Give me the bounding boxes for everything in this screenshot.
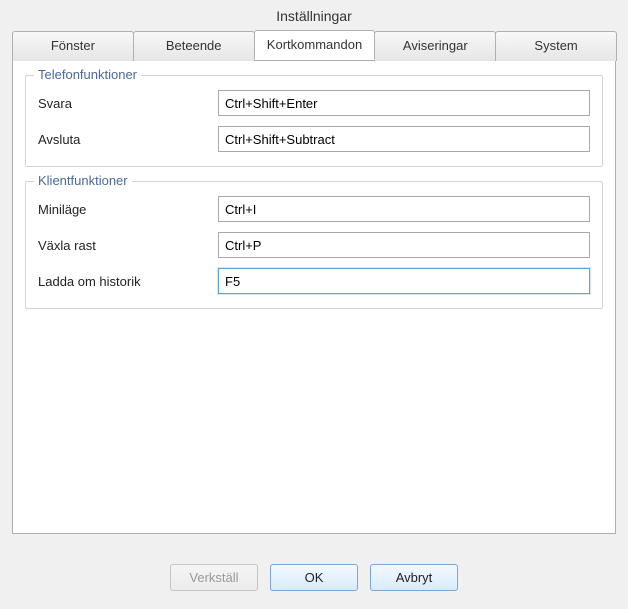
input-minimode[interactable] <box>218 196 590 222</box>
input-end[interactable] <box>218 126 590 152</box>
tab-windows[interactable]: Fönster <box>12 31 134 61</box>
settings-window: Inställningar Fönster Beteende Kortkomma… <box>0 0 628 609</box>
label-end: Avsluta <box>38 132 218 147</box>
input-answer[interactable] <box>218 90 590 116</box>
tab-behavior[interactable]: Beteende <box>133 31 255 61</box>
row-answer: Svara <box>38 90 590 116</box>
label-minimode: Miniläge <box>38 202 218 217</box>
ok-button[interactable]: OK <box>270 564 358 591</box>
tab-notifications[interactable]: Aviseringar <box>374 31 496 61</box>
group-telephony: Telefonfunktioner Svara Avsluta <box>25 75 603 167</box>
group-client-legend: Klientfunktioner <box>34 173 132 188</box>
row-end: Avsluta <box>38 126 590 152</box>
window-title: Inställningar <box>0 0 628 30</box>
label-reloadhist: Ladda om historik <box>38 274 218 289</box>
tab-panel-shortcuts: Telefonfunktioner Svara Avsluta Klientfu… <box>12 60 616 534</box>
dialog-buttons: Verkställ OK Avbryt <box>0 564 628 591</box>
label-togglerest: Växla rast <box>38 238 218 253</box>
group-telephony-legend: Telefonfunktioner <box>34 67 141 82</box>
row-reloadhist: Ladda om historik <box>38 268 590 294</box>
tab-system[interactable]: System <box>495 31 617 61</box>
row-togglerest: Växla rast <box>38 232 590 258</box>
tab-strip: Fönster Beteende Kortkommandon Avisering… <box>0 30 628 60</box>
label-answer: Svara <box>38 96 218 111</box>
row-minimode: Miniläge <box>38 196 590 222</box>
cancel-button[interactable]: Avbryt <box>370 564 458 591</box>
tab-shortcuts[interactable]: Kortkommandon <box>254 30 376 60</box>
apply-button[interactable]: Verkställ <box>170 564 258 591</box>
input-togglerest[interactable] <box>218 232 590 258</box>
input-reloadhist[interactable] <box>218 268 590 294</box>
group-client: Klientfunktioner Miniläge Växla rast Lad… <box>25 181 603 309</box>
